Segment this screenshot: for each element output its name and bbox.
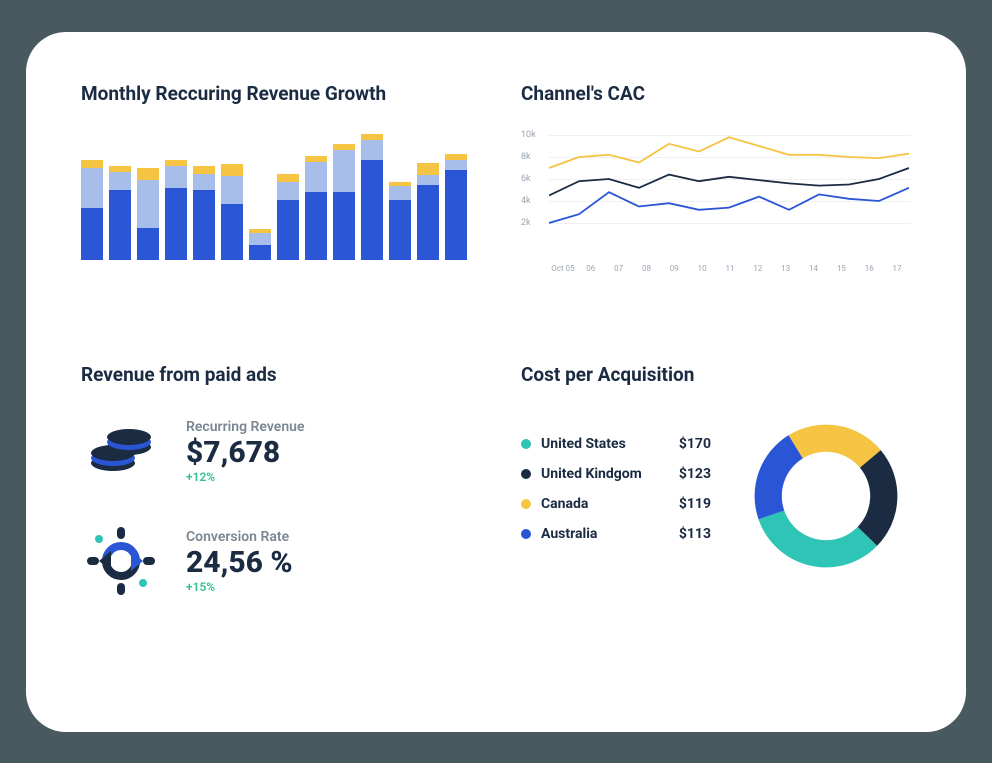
bar <box>333 144 355 260</box>
cpa-section: Cost per Acquisition United States$170Un… <box>521 363 911 682</box>
bar <box>81 160 103 260</box>
cpa-row: United Kindgom $123 <box>521 466 711 482</box>
cpa-country: Canada <box>541 496 588 512</box>
y-tick: 2k <box>521 218 531 228</box>
bar <box>445 154 467 260</box>
conversion-rate-value: 24,56 % <box>186 545 293 580</box>
recurring-revenue-value: $7,678 <box>186 435 304 470</box>
bar <box>109 166 131 260</box>
legend-dot-icon <box>521 499 531 509</box>
ads-section: Revenue from paid ads Recurring Revenue … <box>81 363 471 682</box>
cpa-value: $170 <box>679 436 711 452</box>
cpa-value: $119 <box>679 496 711 512</box>
bar <box>249 229 271 260</box>
conversion-rate-delta: +15% <box>186 580 293 594</box>
cpa-legend: United States $170 United Kindgom $123 Canad… <box>521 436 711 556</box>
x-tick: 06 <box>577 264 605 273</box>
x-tick: 14 <box>800 264 828 273</box>
x-tick: 12 <box>744 264 772 273</box>
x-tick: 13 <box>772 264 800 273</box>
bar <box>137 168 159 260</box>
cpa-country: United Kindgom <box>541 466 642 482</box>
y-tick: 4k <box>521 196 531 206</box>
x-tick: 15 <box>827 264 855 273</box>
cpa-country: United States <box>541 436 626 452</box>
mrr-bar-chart <box>81 130 471 260</box>
bar <box>193 166 215 260</box>
recurring-revenue-metric: Recurring Revenue $7,678 +12% <box>81 411 471 491</box>
coins-icon <box>81 411 161 491</box>
bar <box>277 174 299 260</box>
x-tick: 08 <box>633 264 661 273</box>
x-tick: 17 <box>883 264 911 273</box>
legend-dot-icon <box>521 439 531 449</box>
legend-dot-icon <box>521 469 531 479</box>
conversion-icon <box>81 521 161 601</box>
cpa-donut-chart <box>741 411 911 581</box>
x-tick: 16 <box>855 264 883 273</box>
cac-line-chart: 10k 8k 6k 4k 2k <box>521 130 911 260</box>
cpa-row: Australia $113 <box>521 526 711 542</box>
cpa-country: Australia <box>541 526 597 542</box>
conversion-rate-label: Conversion Rate <box>186 529 293 545</box>
legend-dot-icon <box>521 529 531 539</box>
bar <box>417 163 439 260</box>
cpa-value: $113 <box>679 526 711 542</box>
x-tick: 11 <box>716 264 744 273</box>
recurring-revenue-label: Recurring Revenue <box>186 419 304 435</box>
x-tick: 07 <box>605 264 633 273</box>
mrr-title: Monthly Reccuring Revenue Growth <box>81 82 471 105</box>
recurring-revenue-delta: +12% <box>186 470 304 484</box>
cpa-title: Cost per Acquisition <box>521 363 911 386</box>
y-tick: 8k <box>521 152 531 162</box>
mrr-section: Monthly Reccuring Revenue Growth <box>81 82 471 324</box>
y-tick: 10k <box>521 130 536 140</box>
x-tick: Oct 05 <box>549 264 577 273</box>
bar <box>165 160 187 260</box>
cac-section: Channel's CAC 10k 8k 6k 4k 2k Oct 0506070809… <box>521 82 911 324</box>
bar <box>305 156 327 260</box>
cpa-row: United States $170 <box>521 436 711 452</box>
cpa-row: Canada $119 <box>521 496 711 512</box>
dashboard-card: Monthly Reccuring Revenue Growth Channel… <box>26 32 966 732</box>
bar <box>361 134 383 260</box>
bar <box>389 182 411 260</box>
cac-title: Channel's CAC <box>521 82 911 105</box>
ads-title: Revenue from paid ads <box>81 363 471 386</box>
cac-x-axis: Oct 05060708091011121314151617 <box>549 264 911 273</box>
y-tick: 6k <box>521 174 531 184</box>
cpa-value: $123 <box>679 466 711 482</box>
x-tick: 10 <box>688 264 716 273</box>
x-tick: 09 <box>660 264 688 273</box>
bar <box>221 164 243 260</box>
conversion-rate-metric: Conversion Rate 24,56 % +15% <box>81 521 471 601</box>
